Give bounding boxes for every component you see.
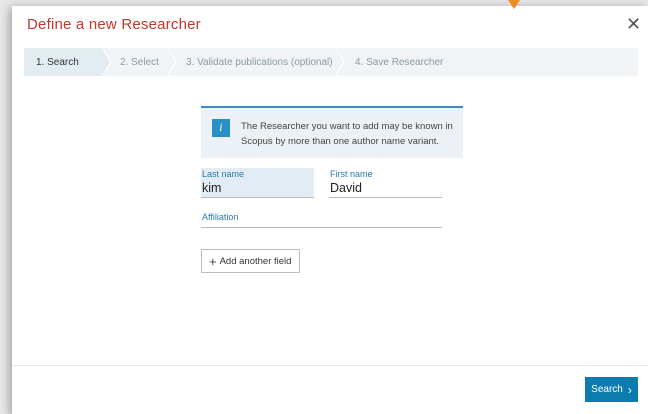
- chevron-right-icon: ›: [627, 382, 632, 397]
- step-validate[interactable]: 3. Validate publications (optional): [167, 48, 345, 76]
- first-name-label: First name: [330, 169, 373, 179]
- search-button-label: Search: [591, 384, 623, 395]
- affiliation-field[interactable]: Affiliation: [201, 211, 442, 228]
- close-icon[interactable]: ✕: [626, 15, 641, 33]
- info-text: The Researcher you want to add may be kn…: [241, 121, 453, 147]
- dialog-title: Define a new Researcher: [27, 16, 201, 33]
- last-name-label: Last name: [202, 169, 245, 179]
- step-search[interactable]: 1. Search: [24, 48, 112, 76]
- last-name-value[interactable]: kim: [202, 179, 314, 196]
- affiliation-underline: [201, 227, 442, 228]
- first-name-value[interactable]: David: [330, 179, 442, 196]
- last-name-underline: [201, 197, 314, 198]
- researcher-dialog: Define a new Researcher ✕ 1. Search 2. S…: [12, 6, 648, 414]
- pointer-arrow-icon: [508, 0, 520, 9]
- search-button[interactable]: Search ›: [585, 377, 638, 402]
- info-icon: i: [212, 119, 230, 137]
- first-name-underline: [329, 197, 442, 198]
- footer-divider: [12, 365, 648, 366]
- info-box: i The Researcher you want to add may be …: [201, 106, 463, 158]
- last-name-field[interactable]: Last name kim: [201, 168, 314, 198]
- plus-icon: +: [209, 253, 217, 269]
- step-save[interactable]: 4. Save Researcher: [335, 48, 638, 76]
- add-another-field-label: Add another field: [219, 255, 292, 267]
- first-name-field[interactable]: First name David: [329, 168, 442, 198]
- add-another-field-button[interactable]: + Add another field: [201, 249, 300, 273]
- affiliation-label: Affiliation: [202, 212, 239, 222]
- wizard-steps: 1. Search 2. Select 3. Validate publicat…: [24, 48, 638, 76]
